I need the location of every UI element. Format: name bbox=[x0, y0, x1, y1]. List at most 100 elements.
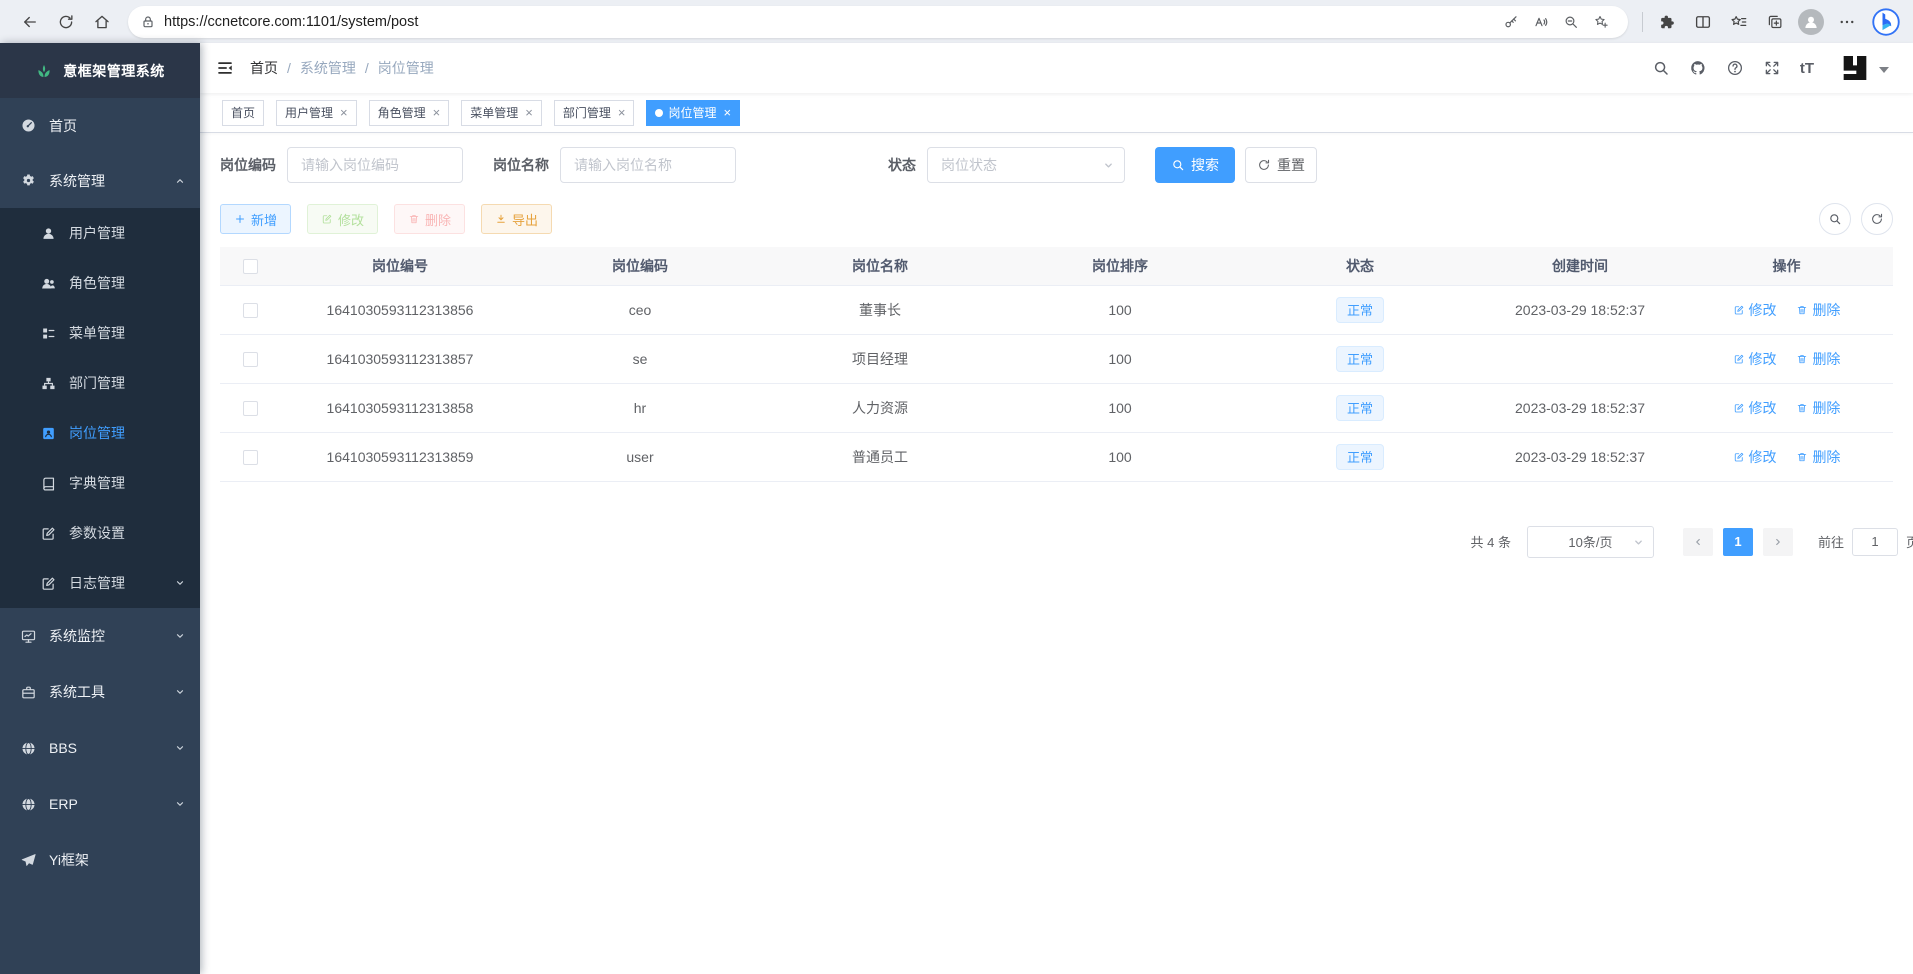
sidebar-item-menu-management[interactable]: 菜单管理 bbox=[0, 308, 200, 358]
browser-home-button[interactable] bbox=[84, 5, 120, 39]
tab-menu-management[interactable]: 菜单管理 × bbox=[461, 100, 542, 126]
address-bar[interactable]: https://ccnetcore.com:1101/system/post bbox=[128, 6, 1628, 38]
pagination-total: 共 4 条 bbox=[1471, 532, 1511, 551]
page-size-select[interactable]: 10条/页 bbox=[1527, 526, 1654, 558]
sidebar-item-system-monitor[interactable]: 系统监控 bbox=[0, 608, 200, 664]
users-icon bbox=[40, 275, 57, 292]
chevron-up-icon bbox=[174, 175, 186, 187]
tab-post-management[interactable]: 岗位管理 × bbox=[646, 100, 740, 126]
tab-home[interactable]: 首页 bbox=[222, 100, 264, 126]
sidebar-item-bbs[interactable]: BBS bbox=[0, 720, 200, 776]
add-button[interactable]: 新增 bbox=[220, 204, 291, 234]
goto-page-input[interactable] bbox=[1852, 528, 1898, 556]
select-all-checkbox[interactable] bbox=[243, 259, 258, 274]
next-page-button[interactable] bbox=[1763, 528, 1793, 556]
show-search-toggle-button[interactable] bbox=[1819, 203, 1851, 235]
page-unit-label: 页 bbox=[1906, 532, 1913, 551]
sidebar-item-post-management[interactable]: 岗位管理 bbox=[0, 408, 200, 458]
password-key-icon[interactable] bbox=[1496, 8, 1526, 36]
help-icon[interactable] bbox=[1726, 59, 1744, 77]
fullscreen-icon[interactable] bbox=[1763, 59, 1781, 77]
sidebar-item-dict-management[interactable]: 字典管理 bbox=[0, 458, 200, 508]
close-icon[interactable]: × bbox=[618, 106, 626, 119]
row-checkbox[interactable] bbox=[243, 352, 258, 367]
sidebar-item-yi-framework[interactable]: Yi框架 bbox=[0, 832, 200, 888]
zoom-icon[interactable] bbox=[1556, 8, 1586, 36]
tab-label: 角色管理 bbox=[378, 104, 426, 121]
sidebar-item-role-management[interactable]: 角色管理 bbox=[0, 258, 200, 308]
browser-refresh-button[interactable] bbox=[48, 5, 84, 39]
sidebar-item-param-settings[interactable]: 参数设置 bbox=[0, 508, 200, 558]
sidebar-item-system-management[interactable]: 系统管理 bbox=[0, 153, 200, 208]
row-checkbox[interactable] bbox=[243, 303, 258, 318]
row-delete-link[interactable]: 删除 bbox=[1796, 447, 1840, 467]
edit-button[interactable]: 修改 bbox=[307, 204, 378, 234]
sidebar-item-system-tools[interactable]: 系统工具 bbox=[0, 664, 200, 720]
favorites-icon[interactable] bbox=[1721, 5, 1757, 39]
column-header-actions: 操作 bbox=[1680, 247, 1893, 285]
row-delete-link[interactable]: 删除 bbox=[1796, 300, 1840, 320]
prev-page-button[interactable] bbox=[1683, 528, 1713, 556]
breadcrumb-home[interactable]: 首页 bbox=[250, 58, 278, 78]
row-delete-link[interactable]: 删除 bbox=[1796, 349, 1840, 369]
sidebar-item-user-management[interactable]: 用户管理 bbox=[0, 208, 200, 258]
refresh-table-button[interactable] bbox=[1861, 203, 1893, 235]
cell-post-sort: 100 bbox=[1000, 383, 1240, 432]
column-header-post-sort: 岗位排序 bbox=[1000, 247, 1240, 285]
tab-dept-management[interactable]: 部门管理 × bbox=[554, 100, 635, 126]
row-delete-link[interactable]: 删除 bbox=[1796, 398, 1840, 418]
sidebar-item-label: 部门管理 bbox=[69, 373, 125, 393]
search-button[interactable]: 搜索 bbox=[1155, 147, 1235, 183]
sidebar-item-label: 首页 bbox=[49, 116, 77, 136]
user-avatar-dropdown[interactable] bbox=[1839, 53, 1889, 83]
table-row: 1641030593112313858 hr 人力资源 100 正常 2023-… bbox=[220, 383, 1893, 432]
sidebar-fold-icon[interactable] bbox=[200, 43, 250, 93]
extensions-icon[interactable] bbox=[1649, 5, 1685, 39]
add-favorite-icon[interactable] bbox=[1586, 8, 1616, 36]
tab-role-management[interactable]: 角色管理 × bbox=[369, 100, 450, 126]
browser-settings-menu-icon[interactable] bbox=[1829, 5, 1865, 39]
copilot-bing-icon[interactable] bbox=[1871, 7, 1901, 37]
header-search-icon[interactable] bbox=[1652, 59, 1670, 77]
table-header-row: 岗位编号 岗位编码 岗位名称 岗位排序 状态 创建时间 操作 bbox=[220, 247, 1893, 285]
close-icon[interactable]: × bbox=[723, 106, 731, 119]
tab-user-management[interactable]: 用户管理 × bbox=[276, 100, 357, 126]
sidebar-item-erp[interactable]: ERP bbox=[0, 776, 200, 832]
row-checkbox[interactable] bbox=[243, 401, 258, 416]
close-icon[interactable]: × bbox=[525, 106, 533, 119]
close-icon[interactable]: × bbox=[433, 106, 441, 119]
edit-icon bbox=[1733, 304, 1745, 316]
status-select[interactable]: 岗位状态 bbox=[927, 147, 1125, 183]
sidebar-item-home[interactable]: 首页 bbox=[0, 98, 200, 153]
post-name-input[interactable] bbox=[560, 147, 736, 183]
font-size-icon[interactable]: tT bbox=[1800, 61, 1814, 76]
edit-icon bbox=[1733, 353, 1745, 365]
row-edit-link[interactable]: 修改 bbox=[1733, 349, 1777, 369]
collections-icon[interactable] bbox=[1757, 5, 1793, 39]
post-code-input[interactable] bbox=[287, 147, 463, 183]
reset-button[interactable]: 重置 bbox=[1245, 147, 1317, 183]
export-button[interactable]: 导出 bbox=[481, 204, 552, 234]
caret-down-icon bbox=[1879, 67, 1889, 73]
search-icon bbox=[1828, 212, 1842, 226]
breadcrumb-system: 系统管理 bbox=[300, 58, 356, 78]
sidebar-item-dept-management[interactable]: 部门管理 bbox=[0, 358, 200, 408]
sidebar-item-log-management[interactable]: 日志管理 bbox=[0, 558, 200, 608]
row-checkbox[interactable] bbox=[243, 450, 258, 465]
row-edit-link[interactable]: 修改 bbox=[1733, 447, 1777, 467]
breadcrumb: 首页 / 系统管理 / 岗位管理 bbox=[250, 58, 434, 78]
row-edit-link[interactable]: 修改 bbox=[1733, 398, 1777, 418]
read-aloud-icon[interactable] bbox=[1526, 8, 1556, 36]
github-icon[interactable] bbox=[1689, 59, 1707, 77]
row-edit-link[interactable]: 修改 bbox=[1733, 300, 1777, 320]
breadcrumb-post: 岗位管理 bbox=[378, 58, 434, 78]
tab-label: 首页 bbox=[231, 104, 255, 121]
split-screen-icon[interactable] bbox=[1685, 5, 1721, 39]
search-icon bbox=[1171, 158, 1185, 172]
book-icon bbox=[40, 475, 57, 492]
delete-button[interactable]: 删除 bbox=[394, 204, 465, 234]
browser-back-button[interactable] bbox=[12, 5, 48, 39]
close-icon[interactable]: × bbox=[340, 106, 348, 119]
page-number-1[interactable]: 1 bbox=[1723, 528, 1753, 556]
browser-profile-avatar[interactable] bbox=[1793, 5, 1829, 39]
